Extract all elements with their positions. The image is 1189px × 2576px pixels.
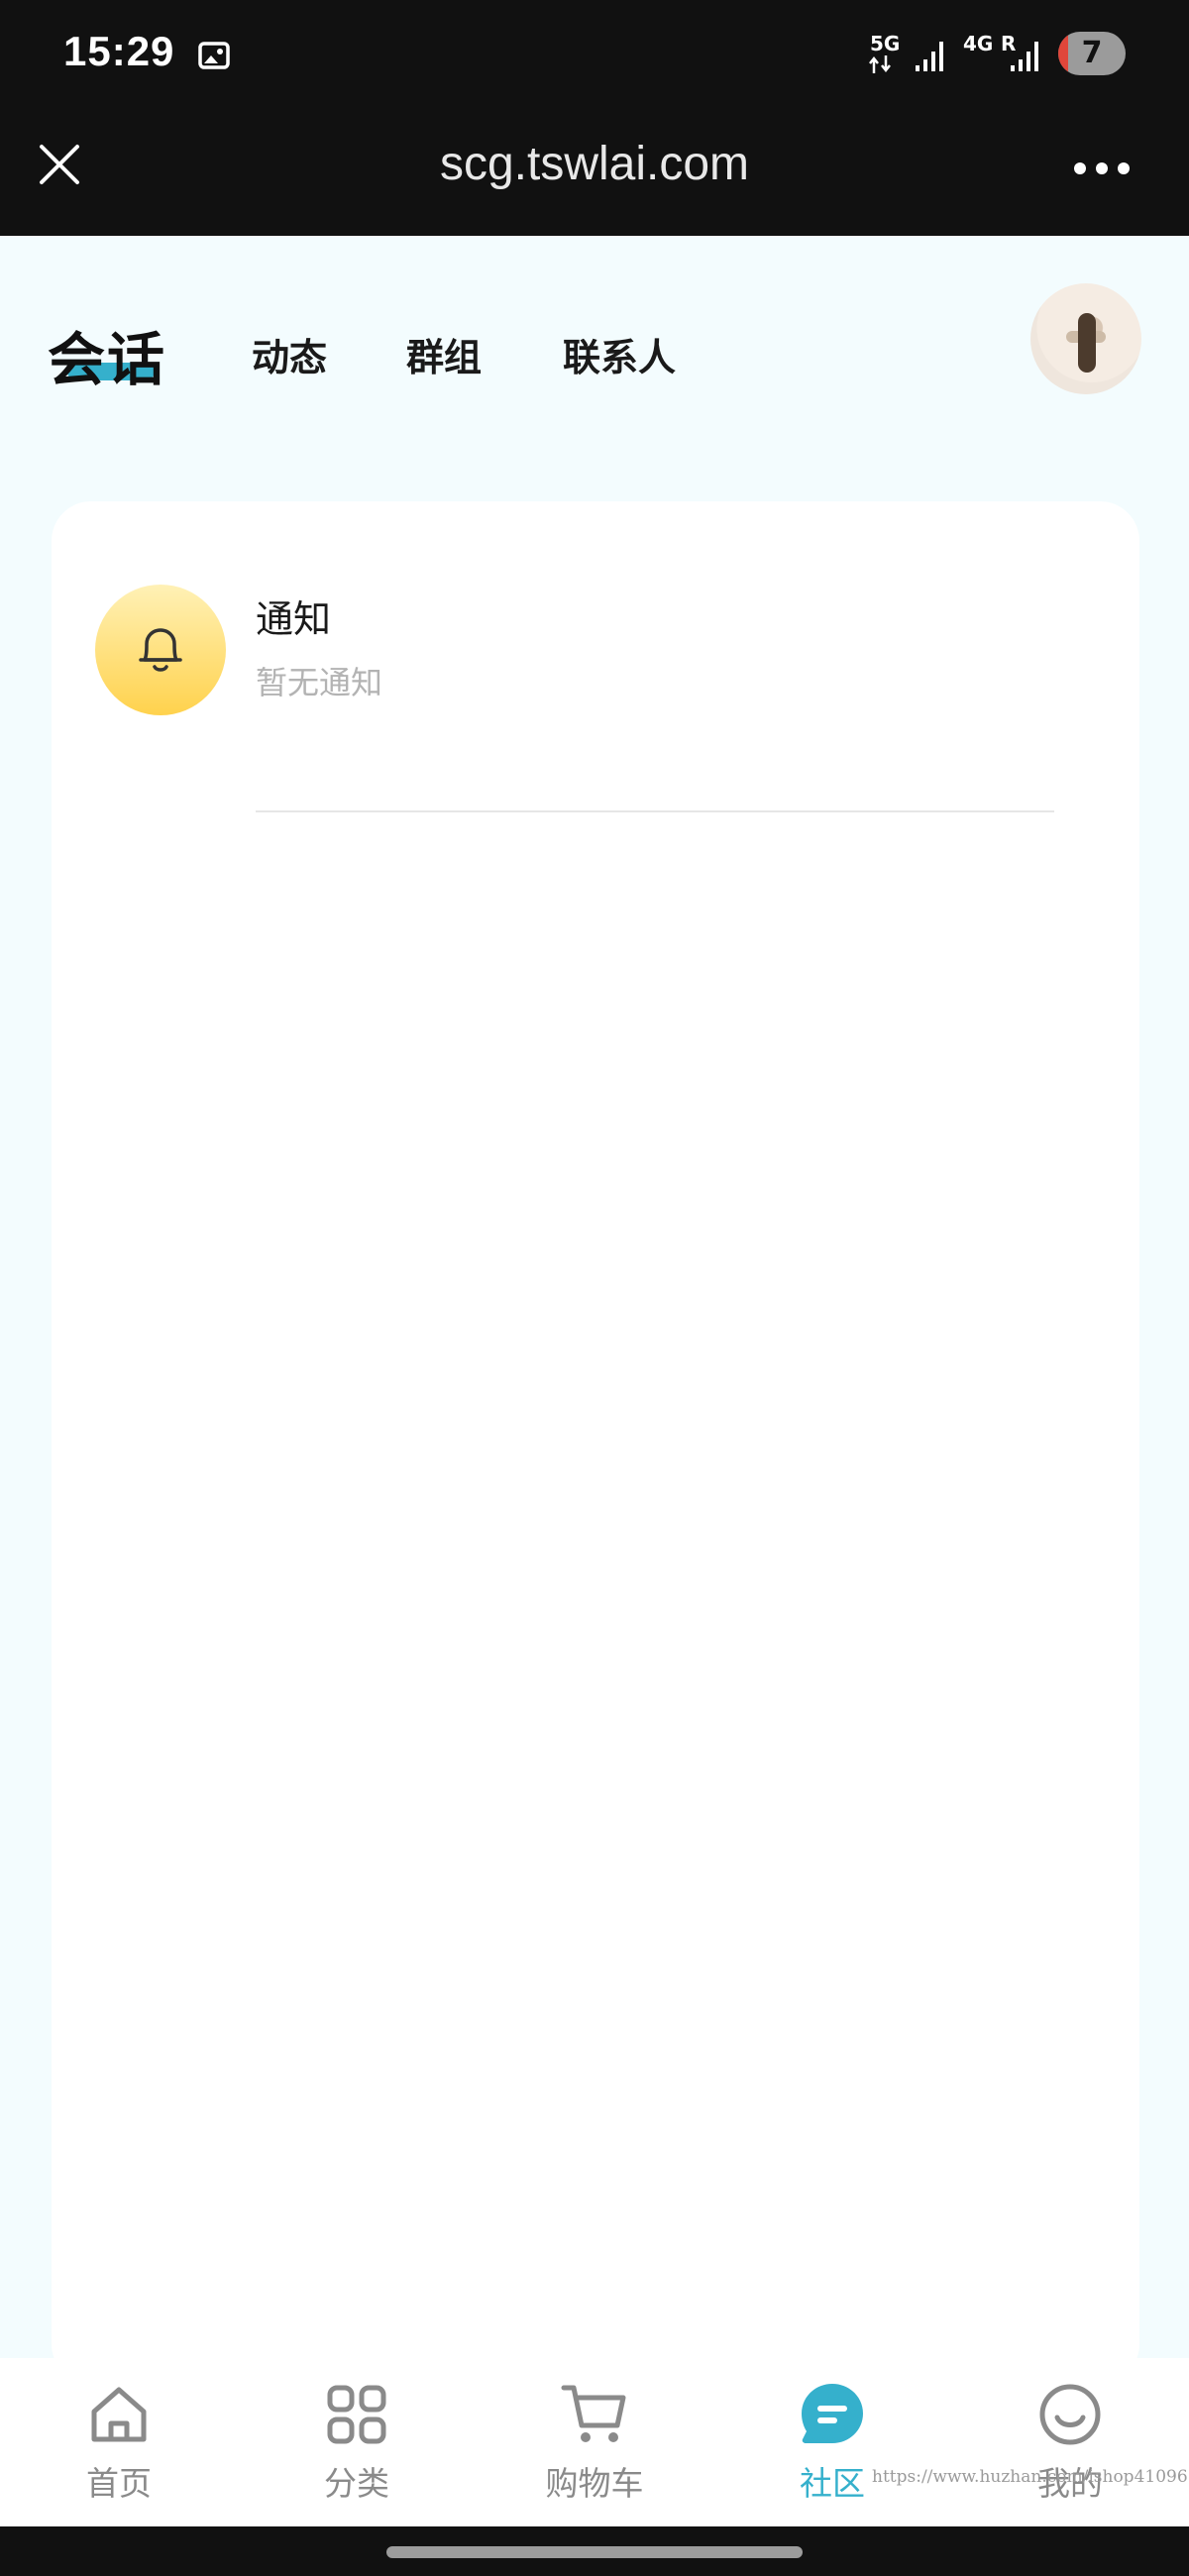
home-icon: [91, 2387, 147, 2442]
status-bar: 15:29 5G 4G R 7: [0, 0, 1189, 111]
notification-subtitle: 暂无通知: [256, 664, 383, 701]
battery-level: 7: [1081, 36, 1103, 70]
notification-avatar: [95, 585, 226, 715]
avatar[interactable]: [1030, 283, 1141, 394]
tab-moments[interactable]: 动态: [252, 327, 327, 381]
data-arrows-icon: [869, 55, 891, 73]
signal-icon: [916, 42, 943, 71]
bell-icon: [139, 628, 182, 672]
more-icon[interactable]: [1072, 161, 1132, 176]
smile-icon: [1039, 2384, 1101, 2445]
conversation-list-card: 通知 暂无通知: [52, 501, 1139, 2384]
grid-icon: [327, 2385, 386, 2444]
watermark-text: https://www.huzhan.com/ishop41096: [872, 2467, 1188, 2487]
nav-home-label: 首页: [86, 2464, 152, 2503]
network-5g-label: 5G: [870, 32, 901, 55]
tab-contacts[interactable]: 联系人: [563, 327, 676, 381]
tab-conversation-label: 会话: [48, 326, 167, 393]
tab-conversation[interactable]: 会话: [48, 313, 166, 396]
status-time: 15:29: [63, 28, 175, 74]
top-tabs: 会话 动态 群组 联系人: [0, 238, 1189, 396]
chat-icon: [802, 2384, 863, 2443]
signal-icon: [1011, 42, 1038, 71]
divider: [256, 810, 1054, 812]
screenshot-icon: [198, 42, 230, 69]
nav-mine[interactable]: 我的: [991, 2380, 1149, 2519]
gesture-bar: [0, 2526, 1189, 2576]
nav-community[interactable]: 社区: [753, 2380, 912, 2519]
nav-home[interactable]: 首页: [40, 2380, 198, 2519]
network-4g-label: 4G: [963, 32, 994, 55]
nav-category-label: 分类: [324, 2464, 389, 2503]
notification-title: 通知: [256, 597, 332, 641]
nav-cart[interactable]: 购物车: [515, 2380, 674, 2519]
notification-item[interactable]: 通知 暂无通知: [95, 577, 1106, 812]
browser-bar: scg.tswlai.com: [0, 111, 1189, 236]
bottom-nav: 首页 分类 购物车 社区 我的: [0, 2358, 1189, 2526]
cart-icon: [561, 2385, 626, 2442]
nav-category[interactable]: 分类: [277, 2380, 436, 2519]
nav-cart-label: 购物车: [545, 2464, 644, 2503]
page-url: scg.tswlai.com: [439, 138, 750, 190]
tab-groups[interactable]: 群组: [406, 327, 482, 381]
battery-indicator: 7: [1058, 32, 1126, 75]
home-indicator[interactable]: [386, 2546, 803, 2558]
